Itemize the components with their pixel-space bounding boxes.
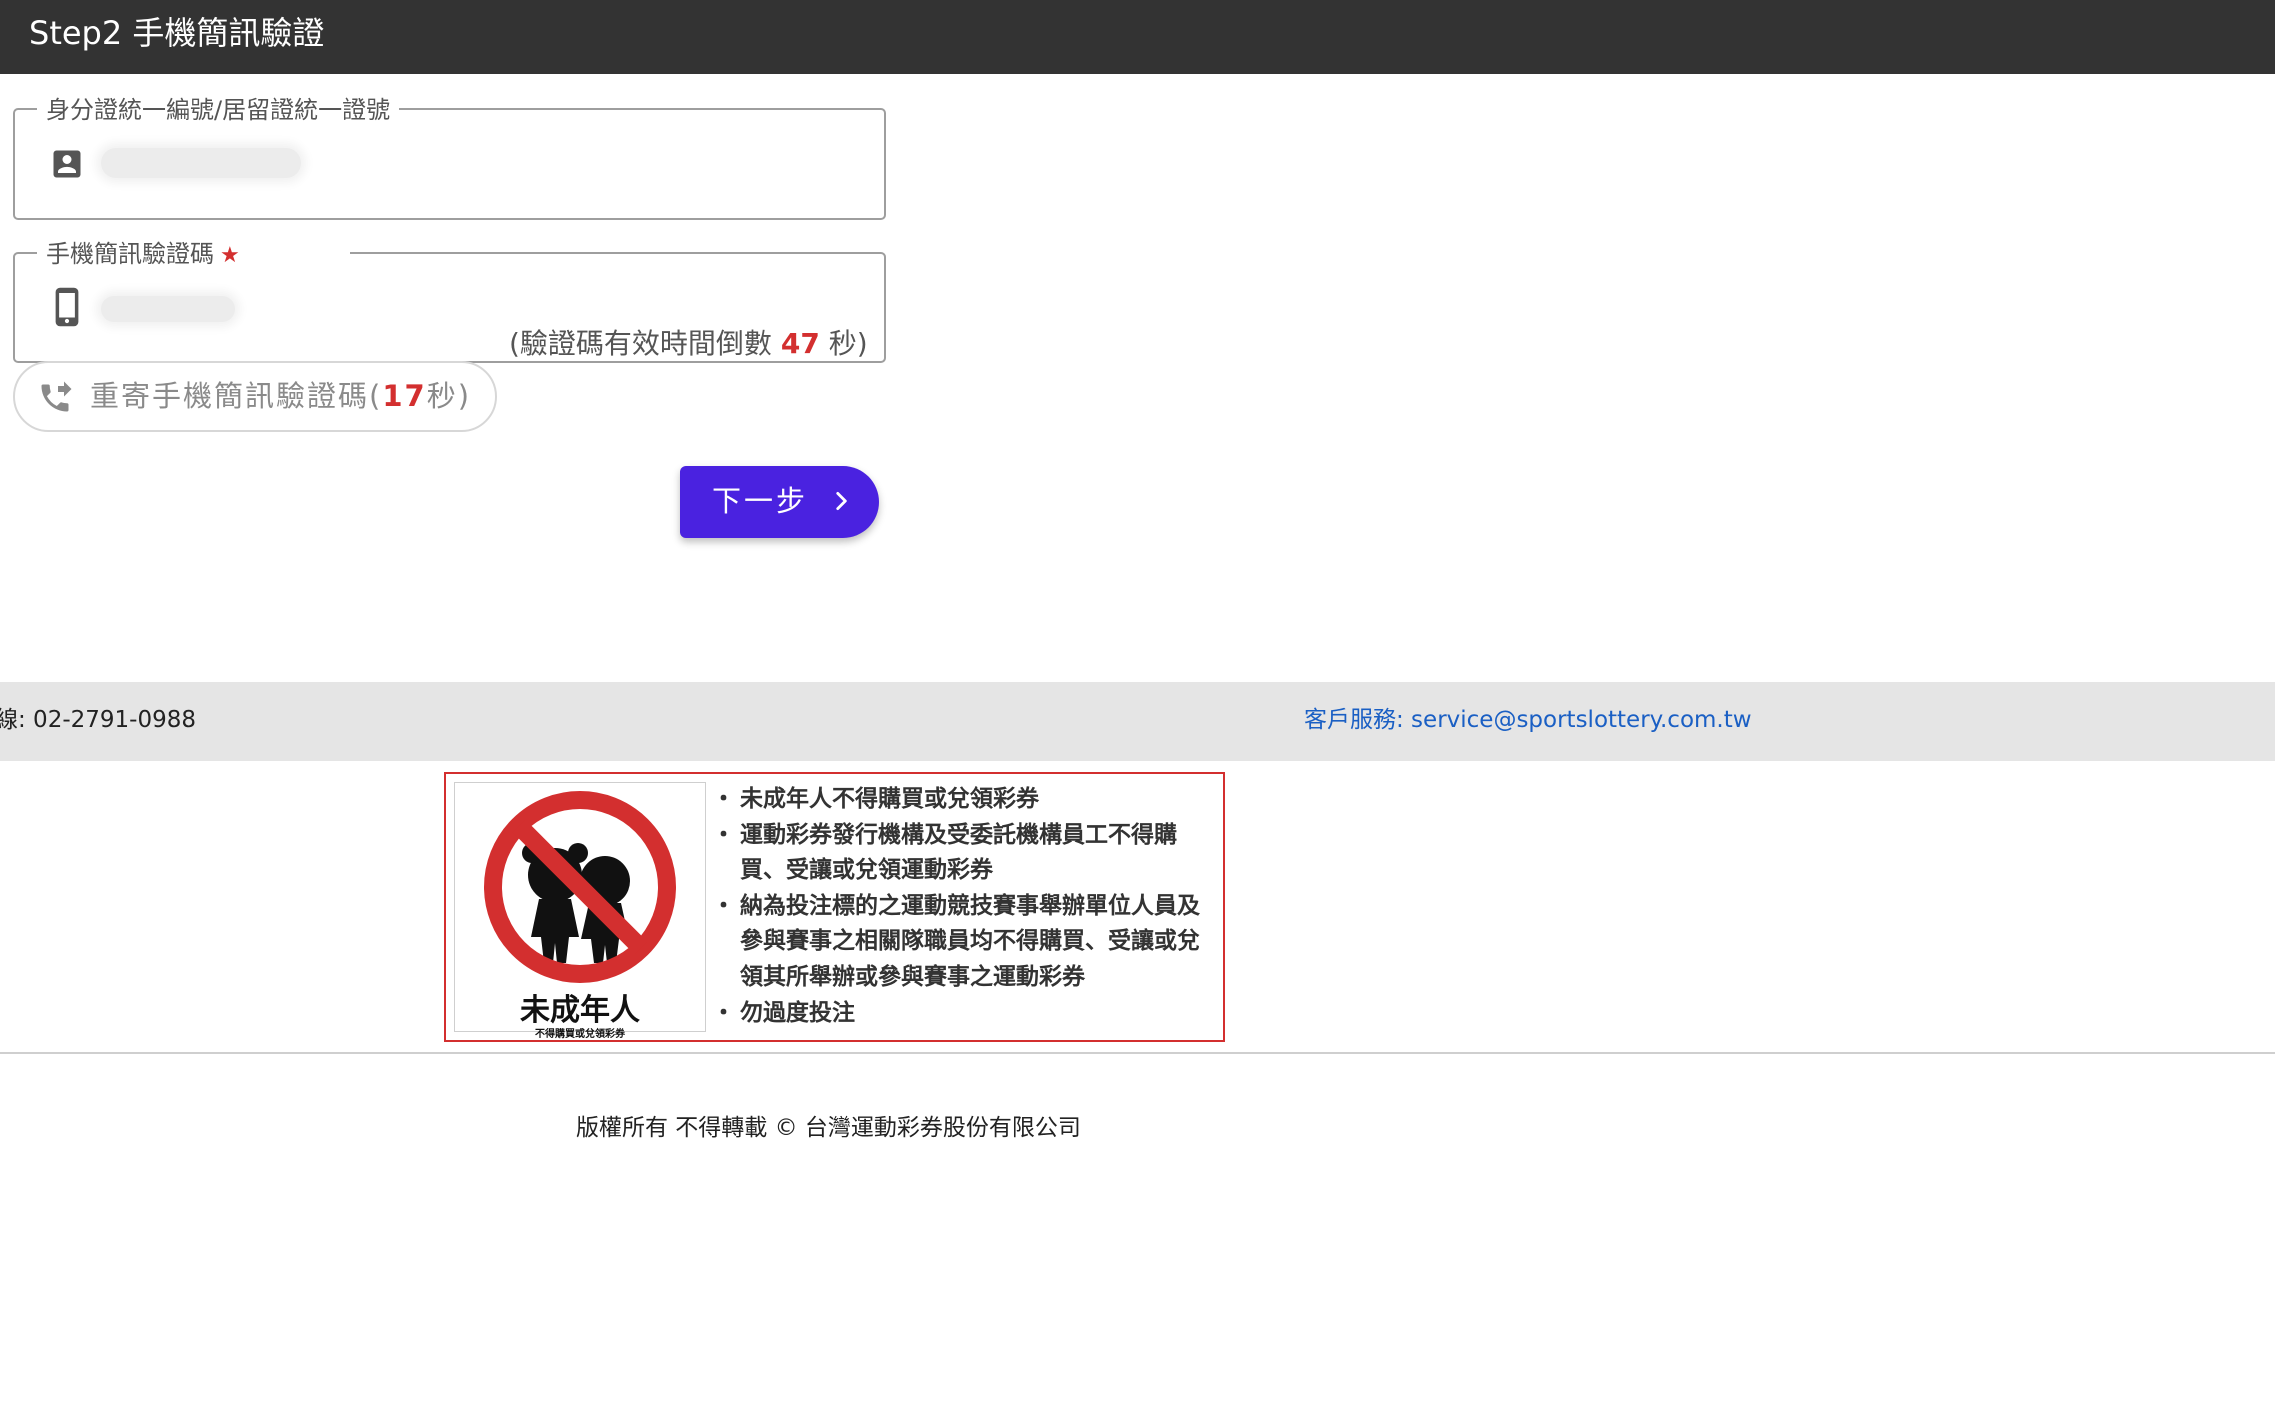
warning-rule: 勿過度投注 — [712, 996, 1217, 1032]
hotline-text: 專線: 02-2791-0988 — [0, 707, 196, 733]
warning-rule: 納為投注標的之運動競技賽事舉辦單位人員及參與賽事之相關隊職員均不得購買、受讓或兌… — [712, 889, 1217, 996]
id-number-field[interactable]: 身分證統一編號/居留證統一證號 — [13, 90, 886, 220]
smartphone-icon — [46, 283, 88, 335]
copyright-text: 版權所有 不得轉載 © 台灣運動彩券股份有限公司 — [576, 1115, 1081, 1141]
sms-code-legend-text: 手機簡訊驗證碼 — [46, 240, 214, 268]
resend-suffix: 秒) — [426, 379, 472, 413]
chevron-right-icon — [828, 488, 854, 518]
resend-label: 重寄手機簡訊驗證碼(17秒) — [90, 363, 471, 430]
page-header: Step2 手機簡訊驗證 — [0, 0, 2275, 74]
countdown-seconds: 47 — [780, 327, 820, 360]
countdown-prefix: (驗證碼有效時間倒數 — [509, 327, 772, 360]
phone-forwarded-icon — [37, 380, 73, 420]
warning-caption: 未成年人 — [520, 993, 640, 1028]
footer-divider — [0, 1052, 2275, 1054]
page-title: Step2 手機簡訊驗證 — [29, 14, 325, 52]
countdown-suffix: 秒) — [828, 327, 868, 360]
no-minors-icon — [484, 791, 676, 983]
no-minors-sign: 未成年人 不得購買或兌領彩券 — [454, 782, 706, 1040]
warning-subcaption: 不得購買或兌領彩券 — [535, 1029, 625, 1040]
next-step-label: 下一步 — [712, 484, 809, 518]
customer-service-link[interactable]: 客戶服務: service@sportslottery.com.tw — [1304, 682, 1752, 759]
warning-rule: 未成年人不得購買或兌領彩券 — [712, 782, 1217, 818]
code-validity-countdown: (驗證碼有效時間倒數 47 秒) — [509, 322, 868, 362]
id-number-value-redacted — [101, 148, 301, 178]
resend-sms-code-button[interactable]: 重寄手機簡訊驗證碼(17秒) — [13, 361, 497, 432]
resend-seconds: 17 — [382, 379, 427, 413]
resend-open-paren: ( — [369, 379, 383, 413]
next-step-button[interactable]: 下一步 — [680, 466, 879, 538]
sms-code-value-redacted — [101, 296, 235, 322]
responsible-gambling-notice: 未成年人 不得購買或兌領彩券 未成年人不得購買或兌領彩券 運動彩券發行機構及受委… — [444, 772, 1225, 1042]
person-badge-icon — [49, 146, 85, 186]
warning-rule: 運動彩券發行機構及受委託機構員工不得購買、受讓或兌領運動彩券 — [712, 818, 1217, 889]
warning-rules: 未成年人不得購買或兌領彩券 運動彩券發行機構及受委託機構員工不得購買、受讓或兌領… — [712, 782, 1217, 1031]
sms-code-legend: 手機簡訊驗證碼 ★ — [37, 234, 350, 269]
id-number-legend: 身分證統一編號/居留證統一證號 — [37, 90, 400, 125]
required-star-icon: ★ — [220, 243, 240, 268]
sms-code-field[interactable]: 手機簡訊驗證碼 ★ (驗證碼有效時間倒數 47 秒) — [13, 234, 886, 363]
resend-label-text: 重寄手機簡訊驗證碼 — [90, 379, 370, 413]
footer-contact-bar: 專線: 02-2791-0988 客戶服務: service@sportslot… — [0, 682, 2275, 761]
